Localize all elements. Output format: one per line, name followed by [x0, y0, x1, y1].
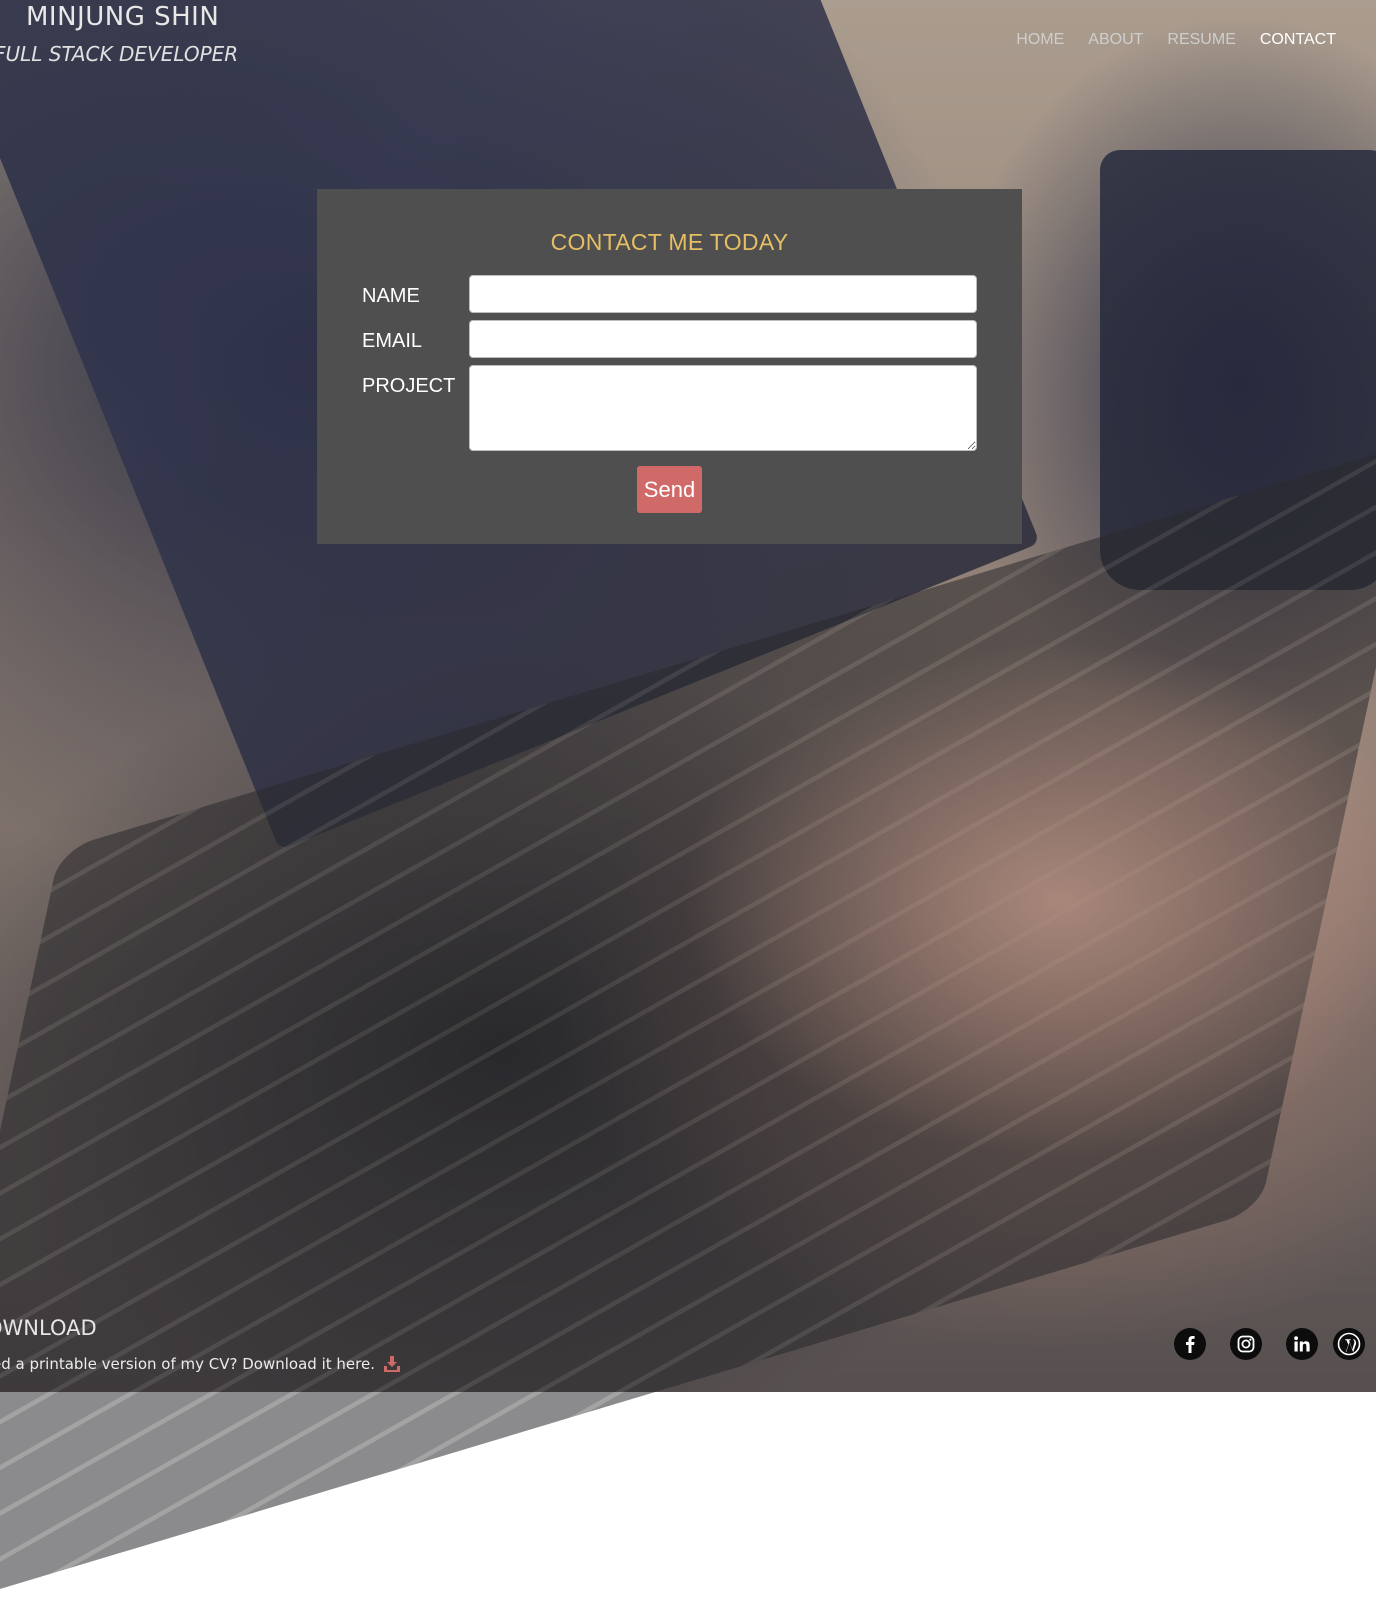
- send-button[interactable]: Send: [637, 466, 702, 513]
- download-line: ed a printable version of my CV? Downloa…: [0, 1355, 401, 1373]
- main-nav: HOME ABOUT RESUME CONTACT: [1016, 31, 1336, 49]
- nav-home[interactable]: HOME: [1016, 31, 1064, 49]
- download-text: ed a printable version of my CV? Downloa…: [0, 1355, 375, 1373]
- email-input[interactable]: [469, 320, 977, 358]
- project-textarea[interactable]: [469, 365, 977, 451]
- name-input[interactable]: [469, 275, 977, 313]
- nav-resume[interactable]: RESUME: [1167, 31, 1235, 49]
- nav-contact[interactable]: CONTACT: [1260, 31, 1336, 49]
- email-label: EMAIL: [362, 330, 423, 352]
- nav-about[interactable]: ABOUT: [1088, 31, 1143, 49]
- contact-title: CONTACT ME TODAY: [550, 229, 789, 255]
- download-heading: OWNLOAD: [0, 1316, 97, 1340]
- contact-panel: CONTACT ME TODAY NAME EMAIL PROJECT Send: [317, 189, 1022, 544]
- linkedin-icon[interactable]: [1286, 1328, 1318, 1360]
- wordpress-icon[interactable]: [1333, 1328, 1365, 1360]
- site-tagline: FULL STACK DEVELOPER: [0, 42, 239, 66]
- project-label: PROJECT: [362, 375, 456, 397]
- site-name[interactable]: MINJUNG SHIN: [26, 2, 219, 32]
- instagram-icon[interactable]: [1230, 1328, 1262, 1360]
- name-label: NAME: [362, 285, 420, 307]
- facebook-icon[interactable]: [1174, 1328, 1206, 1360]
- download-icon[interactable]: [383, 1355, 401, 1373]
- social-links: [1174, 1328, 1365, 1360]
